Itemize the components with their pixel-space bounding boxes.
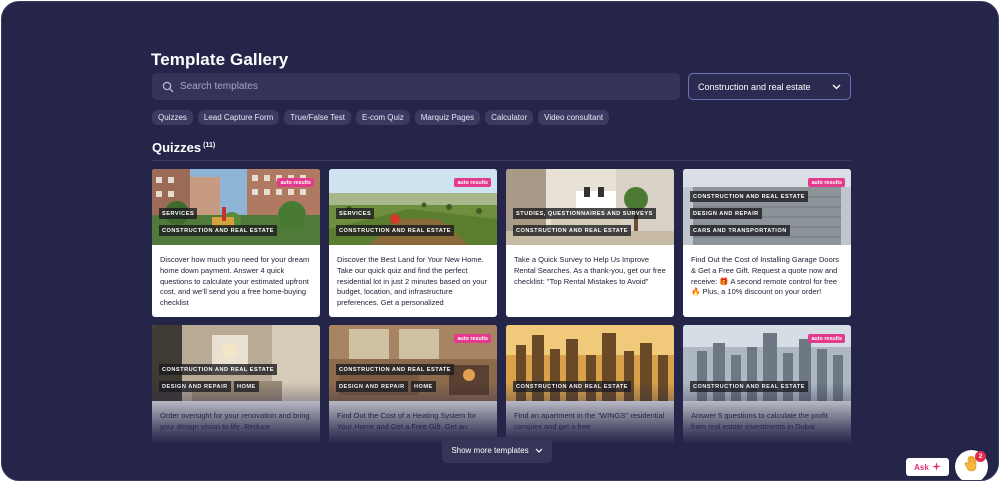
- card-thumbnail: CONSTRUCTION AND REAL ESTATE: [506, 325, 674, 401]
- filter-chips: Quizzes Lead Capture Form True/False Tes…: [152, 110, 610, 125]
- card-description: Discover the Best Land for Your New Home…: [337, 255, 488, 308]
- card-tag: SERVICES: [336, 208, 375, 219]
- section-divider: [152, 160, 851, 161]
- ask-label: Ask: [914, 462, 929, 472]
- card-description: Order oversight for your renovation and …: [160, 411, 310, 431]
- card-thumbnail: STUDIES, QUESTIONNAIRES AND SURVEYS CONS…: [506, 169, 674, 245]
- show-more-label: Show more templates: [451, 445, 529, 455]
- card-thumbnail: auto results CONSTRUCTION AND REAL ESTAT…: [683, 325, 851, 401]
- card-tag: CONSTRUCTION AND REAL ESTATE: [513, 225, 631, 236]
- auto-results-badge: auto results: [808, 178, 845, 187]
- card-tag: CONSTRUCTION AND REAL ESTATE: [336, 225, 454, 236]
- search-input[interactable]: [180, 81, 660, 92]
- template-card[interactable]: auto results CONSTRUCTION AND REAL ESTAT…: [683, 169, 851, 317]
- card-thumbnail: auto results CONSTRUCTION AND REAL ESTAT…: [683, 169, 851, 245]
- template-card[interactable]: CONSTRUCTION AND REAL ESTATE DESIGN AND …: [152, 325, 320, 473]
- template-card[interactable]: STUDIES, QUESTIONNAIRES AND SURVEYS CONS…: [506, 169, 674, 317]
- page-title: Template Gallery: [151, 50, 289, 69]
- chip-quizzes[interactable]: Quizzes: [152, 110, 193, 125]
- chip-video-consultant[interactable]: Video consultant: [538, 110, 610, 125]
- ask-button[interactable]: Ask: [906, 458, 949, 476]
- auto-results-badge: auto results: [277, 178, 314, 187]
- template-card[interactable]: auto results SERVICES CONSTRUCTION AND R…: [329, 169, 497, 317]
- card-tag: CONSTRUCTION AND REAL ESTATE: [159, 364, 277, 375]
- card-tag: CONSTRUCTION AND REAL ESTATE: [159, 225, 277, 236]
- card-tag: SERVICES: [159, 208, 198, 219]
- sparkle-icon: [931, 461, 941, 473]
- section-title: Quizzes (11): [152, 140, 215, 155]
- notification-badge: 2: [975, 451, 986, 462]
- card-tag: STUDIES, QUESTIONNAIRES AND SURVEYS: [513, 208, 656, 219]
- auto-results-badge: auto results: [808, 334, 845, 343]
- card-thumbnail: auto results SERVICES CONSTRUCTION AND R…: [329, 169, 497, 245]
- app-frame: Template Gallery Construction and real e…: [1, 1, 999, 481]
- card-thumbnail: auto results SERVICES CONSTRUCTION AND R…: [152, 169, 320, 245]
- card-tag: HOME: [411, 381, 436, 392]
- chip-marquiz-pages[interactable]: Marquiz Pages: [414, 110, 481, 125]
- show-more-button[interactable]: Show more templates: [442, 437, 552, 463]
- chip-ecom-quiz[interactable]: E-com Quiz: [355, 110, 410, 125]
- section-title-label: Quizzes: [152, 140, 202, 155]
- card-description: Answer 5 questions to calculate the prof…: [691, 411, 828, 431]
- chip-true-false-test[interactable]: True/False Test: [284, 110, 351, 125]
- card-tag: HOME: [234, 381, 259, 392]
- card-tag: CONSTRUCTION AND REAL ESTATE: [336, 364, 454, 375]
- chip-lead-capture-form[interactable]: Lead Capture Form: [197, 110, 280, 125]
- card-tag: DESIGN AND REPAIR: [159, 381, 231, 392]
- card-thumbnail: CONSTRUCTION AND REAL ESTATE DESIGN AND …: [152, 325, 320, 401]
- card-description: Discover how much you need for your drea…: [160, 255, 310, 308]
- card-description: Find Out the Cost of Installing Garage D…: [691, 255, 839, 297]
- template-card[interactable]: auto results SERVICES CONSTRUCTION AND R…: [152, 169, 320, 317]
- chip-calculator[interactable]: Calculator: [485, 110, 534, 125]
- card-thumbnail: auto results CONSTRUCTION AND REAL ESTAT…: [329, 325, 497, 401]
- card-tag: DESIGN AND REPAIR: [690, 208, 762, 219]
- card-tag: CARS AND TRANSPORTATION: [690, 225, 790, 236]
- search-bar[interactable]: [152, 73, 680, 100]
- chevron-down-icon: [535, 446, 543, 455]
- card-description: Take a Quick Survey to Help Us Improve R…: [514, 255, 666, 286]
- search-icon: [162, 81, 174, 93]
- card-tag: CONSTRUCTION AND REAL ESTATE: [690, 381, 808, 392]
- template-card[interactable]: auto results CONSTRUCTION AND REAL ESTAT…: [683, 325, 851, 473]
- section-count: (11): [203, 141, 216, 149]
- chevron-down-icon: [832, 82, 841, 92]
- category-select[interactable]: Construction and real estate: [688, 73, 851, 100]
- card-tag: CONSTRUCTION AND REAL ESTATE: [513, 381, 631, 392]
- card-tag: DESIGN AND REPAIR: [336, 381, 408, 392]
- auto-results-badge: auto results: [454, 178, 491, 187]
- category-select-value: Construction and real estate: [698, 81, 811, 92]
- card-tag: CONSTRUCTION AND REAL ESTATE: [690, 191, 808, 202]
- auto-results-badge: auto results: [454, 334, 491, 343]
